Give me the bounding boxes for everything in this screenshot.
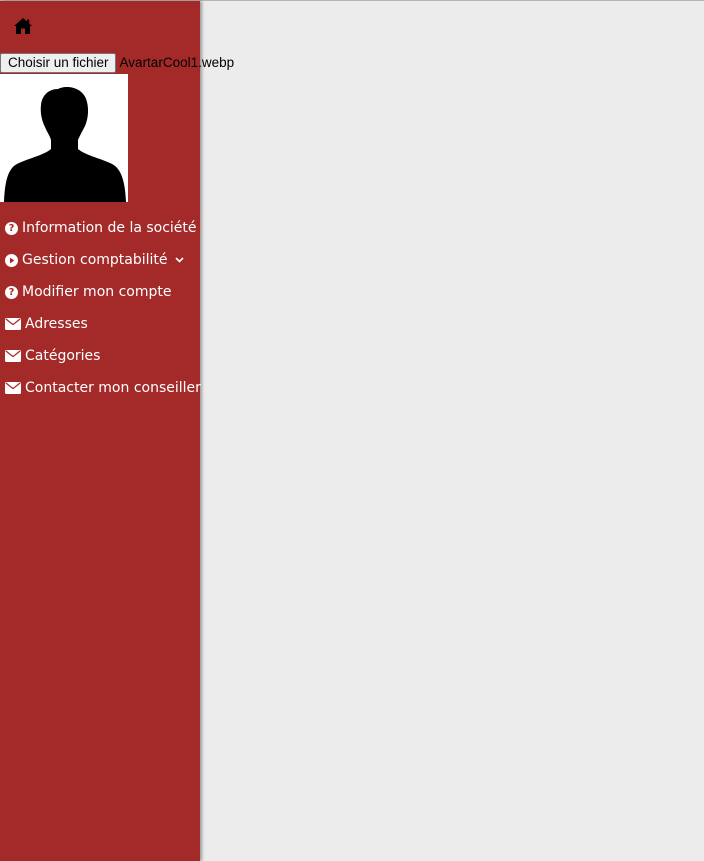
home-button[interactable] bbox=[13, 17, 33, 35]
main-content-area bbox=[201, 1, 704, 861]
question-circle-icon: ? bbox=[5, 221, 18, 235]
play-circle-icon bbox=[5, 253, 18, 267]
sidebar-item-gestion-comptabilite[interactable]: Gestion comptabilité bbox=[5, 244, 200, 276]
envelope-icon bbox=[5, 318, 21, 330]
choose-file-button[interactable]: Choisir un fichier bbox=[0, 53, 116, 73]
sidebar-item-label: Information de la société bbox=[22, 220, 197, 236]
selected-file-name: AvartarCool1.webp bbox=[119, 55, 235, 70]
sidebar-item-label: Gestion comptabilité bbox=[22, 252, 168, 268]
sidebar: Choisir un fichier AvartarCool1.webp ? I… bbox=[0, 1, 234, 861]
sidebar-item-categories[interactable]: Catégories bbox=[5, 340, 200, 372]
sidebar-item-label: Contacter mon conseiller bbox=[25, 380, 201, 396]
envelope-icon bbox=[5, 350, 21, 362]
sidebar-item-adresses[interactable]: Adresses bbox=[5, 308, 200, 340]
file-upload: Choisir un fichier AvartarCool1.webp bbox=[0, 53, 234, 73]
user-silhouette-icon bbox=[4, 87, 126, 202]
sidebar-menu: ? Information de la société Gestion comp… bbox=[5, 212, 201, 404]
question-circle-icon: ? bbox=[5, 285, 18, 299]
avatar bbox=[0, 74, 128, 202]
home-icon bbox=[14, 18, 32, 34]
sidebar-item-information-societe[interactable]: ? Information de la société bbox=[5, 212, 200, 244]
sidebar-item-modifier-compte[interactable]: ? Modifier mon compte bbox=[5, 276, 200, 308]
chevron-down-icon[interactable] bbox=[174, 257, 184, 263]
sidebar-item-label: Adresses bbox=[25, 316, 88, 332]
envelope-icon bbox=[5, 382, 21, 394]
sidebar-item-label: Modifier mon compte bbox=[22, 284, 172, 300]
sidebar-item-contacter-conseiller[interactable]: Contacter mon conseiller bbox=[5, 372, 201, 404]
sidebar-item-label: Catégories bbox=[25, 348, 101, 364]
